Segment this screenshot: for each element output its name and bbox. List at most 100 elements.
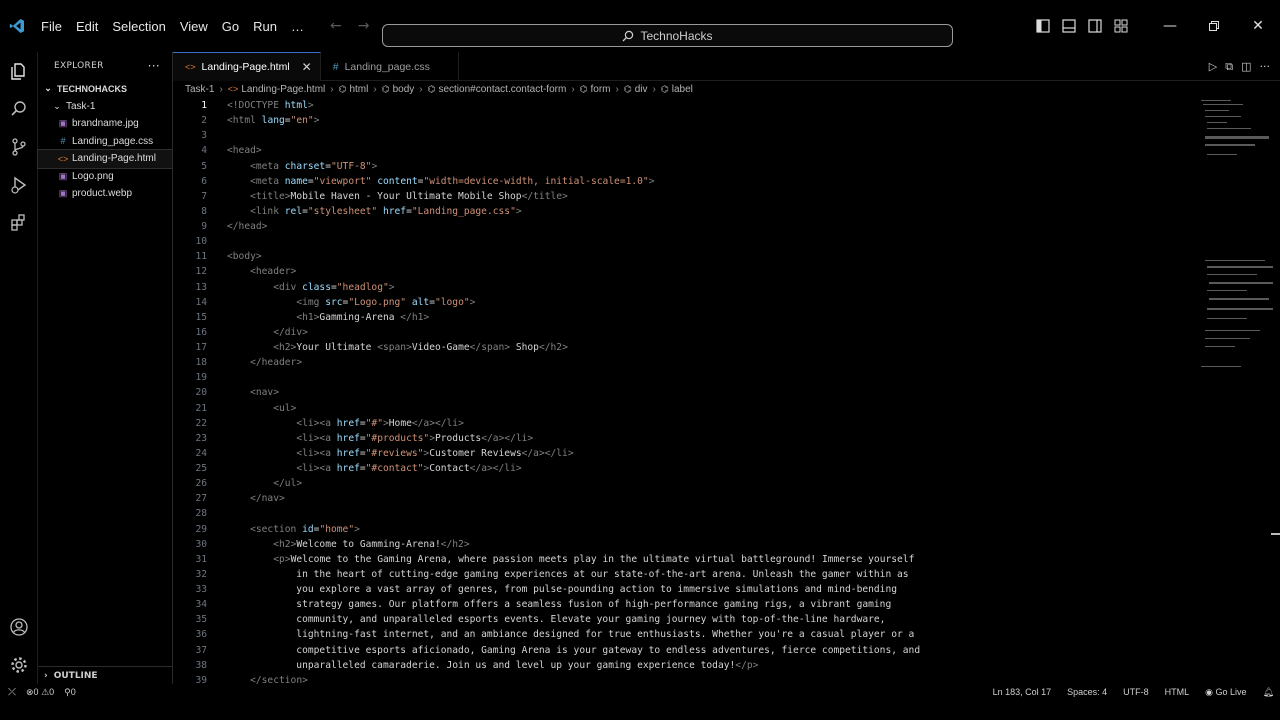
code-line[interactable]: 38 unparalleled camaraderie. Join us and… (173, 658, 1193, 673)
code-line[interactable]: 36 lightning-fast internet, and an ambia… (173, 627, 1193, 642)
code-line[interactable]: 33 you explore a vast array of genres, f… (173, 582, 1193, 597)
toggle-primary-sidebar-icon[interactable] (1031, 16, 1055, 36)
code-line[interactable]: 31 <p>Welcome to the Gaming Arena, where… (173, 552, 1193, 567)
restore-button[interactable] (1192, 0, 1236, 52)
split-editor-icon[interactable]: ◫ (1241, 60, 1251, 73)
code-line[interactable]: 11 <body> (173, 249, 1193, 264)
problems-indicator[interactable]: ⊗0 ⚠0 (26, 687, 54, 698)
customize-layout-icon[interactable] (1109, 16, 1133, 36)
breadcrumb-item[interactable]: html (349, 84, 368, 95)
run-icon[interactable]: ▷ (1209, 60, 1217, 73)
close-window-button[interactable]: ✕ (1236, 0, 1280, 52)
code-line[interactable]: 12 <header> (173, 264, 1193, 279)
open-preview-icon[interactable]: ⧉ (1225, 60, 1233, 74)
code-line[interactable]: 10 (173, 234, 1193, 249)
code-line[interactable]: 14 <img src="Logo.png" alt="logo"> (173, 295, 1193, 310)
tab-landing-page-css[interactable]: # Landing_page.css (321, 52, 459, 81)
file-item-product[interactable]: ▣ product.webp (38, 185, 172, 203)
code-line[interactable]: 32 in the heart of cutting-edge gaming e… (173, 567, 1193, 582)
code-line[interactable]: 8 <link rel="stylesheet" href="Landing_p… (173, 204, 1193, 219)
file-label: Landing-Page.html (72, 153, 156, 165)
breadcrumb-item[interactable]: Task-1 (185, 84, 214, 95)
code-line[interactable]: 4 <head> (173, 143, 1193, 158)
folder-task-1[interactable]: ⌄ Task-1 (38, 98, 172, 116)
breadcrumb-item[interactable]: section#contact.contact-form (438, 84, 566, 95)
code-line[interactable]: 28 (173, 506, 1193, 521)
code-line[interactable]: 1 <!DOCTYPE html> (173, 98, 1193, 113)
workspace-root[interactable]: ⌄ TECHNOHACKS (38, 80, 172, 98)
toggle-panel-icon[interactable] (1057, 16, 1081, 36)
command-center-search[interactable]: TechnoHacks (382, 24, 953, 47)
file-item-logo[interactable]: ▣ Logo.png (38, 168, 172, 186)
code-line[interactable]: 3 (173, 128, 1193, 143)
encoding[interactable]: UTF-8 (1123, 687, 1149, 697)
file-item-landing-html[interactable]: <> Landing-Page.html (37, 149, 173, 169)
close-icon[interactable]: ✕ (302, 60, 312, 74)
code-line[interactable]: 18 </header> (173, 355, 1193, 370)
code-line[interactable]: 27 </nav> (173, 491, 1193, 506)
breadcrumb-item[interactable]: body (393, 84, 415, 95)
language-mode[interactable]: HTML (1165, 687, 1190, 697)
menu-selection[interactable]: Selection (105, 19, 172, 34)
code-line[interactable]: 39 </section> (173, 673, 1193, 684)
code-line[interactable]: 21 <ul> (173, 401, 1193, 416)
run-debug-icon[interactable] (0, 166, 38, 204)
code-line[interactable]: 2 <html lang="en"> (173, 113, 1193, 128)
code-line[interactable]: 22 <li><a href="#">Home</a></li> (173, 416, 1193, 431)
accounts-icon[interactable] (0, 608, 38, 646)
indentation[interactable]: Spaces: 4 (1067, 687, 1107, 697)
source-control-icon[interactable] (0, 128, 38, 166)
menu-more[interactable]: … (284, 19, 311, 34)
code-line[interactable]: 37 competitive esports aficionado, Gamin… (173, 643, 1193, 658)
menu-file[interactable]: File (34, 19, 69, 34)
toggle-secondary-sidebar-icon[interactable] (1083, 16, 1107, 36)
cursor-position[interactable]: Ln 183, Col 17 (993, 687, 1052, 697)
menu-view[interactable]: View (173, 19, 215, 34)
code-line[interactable]: 16 </div> (173, 325, 1193, 340)
more-actions-icon[interactable]: ··· (148, 59, 160, 73)
code-line[interactable]: 6 <meta name="viewport" content="width=d… (173, 174, 1193, 189)
code-line[interactable]: 30 <h2>Welcome to Gamming-Arena!</h2> (173, 537, 1193, 552)
code-line[interactable]: 25 <li><a href="#contact">Contact</a></l… (173, 461, 1193, 476)
code-line[interactable]: 13 <div class="headlog"> (173, 280, 1193, 295)
go-live-button[interactable]: ◉ Go Live (1205, 687, 1246, 698)
code-line[interactable]: 23 <li><a href="#products">Products</a><… (173, 431, 1193, 446)
menu-edit[interactable]: Edit (69, 19, 105, 34)
tab-landing-page-html[interactable]: <> Landing-Page.html ✕ (173, 52, 321, 81)
code-line[interactable]: 17 <h2>Your Ultimate <span>Video-Game</s… (173, 340, 1193, 355)
code-line[interactable]: 19 (173, 370, 1193, 385)
file-item-brandname[interactable]: ▣ brandname.jpg (38, 115, 172, 133)
breadcrumb-item[interactable]: form (591, 84, 611, 95)
minimize-button[interactable]: — (1148, 0, 1192, 52)
code-text: </section> (250, 674, 308, 684)
code-line[interactable]: 9 </head> (173, 219, 1193, 234)
code-editor[interactable]: 1 <!DOCTYPE html> 2 <html lang="en"> 3 4 <head… (173, 98, 1193, 684)
minimap[interactable] (1193, 98, 1273, 684)
remote-icon[interactable]: ⤫ (8, 687, 16, 698)
code-line[interactable]: 35 community, and unparalleled esports e… (173, 612, 1193, 627)
code-line[interactable]: 15 <h1>Gamming-Arena </h1> (173, 310, 1193, 325)
file-item-landing-css[interactable]: # Landing_page.css (38, 133, 172, 151)
search-icon[interactable] (0, 90, 38, 128)
explorer-icon[interactable] (0, 52, 38, 90)
code-line[interactable]: 20 <nav> (173, 385, 1193, 400)
breadcrumb-item[interactable]: div (635, 84, 648, 95)
more-actions-icon[interactable]: ··· (1260, 60, 1271, 73)
breadcrumb-item[interactable]: Landing-Page.html (241, 84, 325, 95)
back-arrow-icon[interactable]: ← (330, 18, 342, 34)
code-line[interactable]: 34 strategy games. Our platform offers a… (173, 597, 1193, 612)
forward-arrow-icon[interactable]: → (358, 18, 370, 34)
code-line[interactable]: 5 <meta charset="UTF-8"> (173, 159, 1193, 174)
extensions-icon[interactable] (0, 204, 38, 242)
menu-run[interactable]: Run (246, 19, 284, 34)
breadcrumb-item[interactable]: label (672, 84, 693, 95)
notifications-bell-icon[interactable]: 🔔︎ (1263, 687, 1274, 698)
menu-go[interactable]: Go (215, 19, 246, 34)
code-line[interactable]: 29 <section id="home"> (173, 522, 1193, 537)
code-line[interactable]: 24 <li><a href="#reviews">Customer Revie… (173, 446, 1193, 461)
settings-gear-icon[interactable] (0, 646, 38, 684)
code-line[interactable]: 26 </ul> (173, 476, 1193, 491)
outline-section[interactable]: › OUTLINE (38, 666, 173, 684)
code-line[interactable]: 7 <title>Mobile Haven - Your Ultimate Mo… (173, 189, 1193, 204)
ports-indicator[interactable]: ⚲0 (64, 687, 76, 698)
